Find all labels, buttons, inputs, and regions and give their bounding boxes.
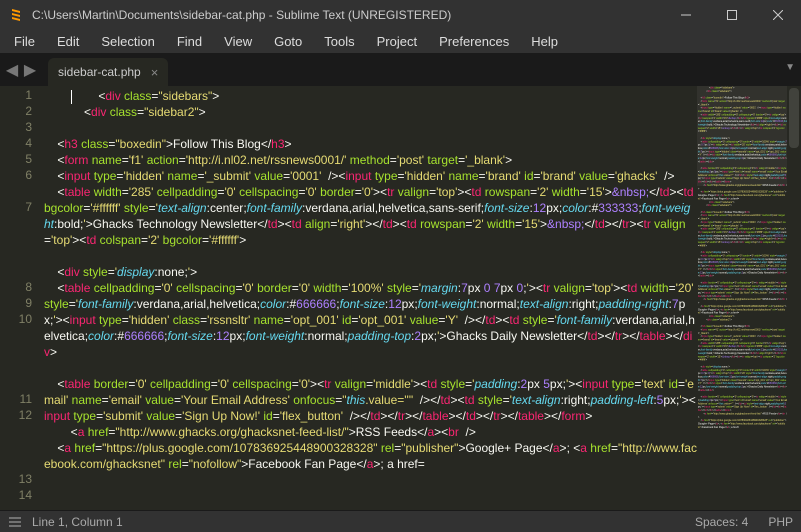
menu-edit[interactable]: Edit	[47, 32, 89, 51]
editor-area: 1 2 3 4 5 6 7 8 9 10 11 12 13 14 <div cl…	[0, 86, 801, 510]
menu-project[interactable]: Project	[367, 32, 427, 51]
gutter-line: 13	[0, 472, 40, 488]
status-menu-icon[interactable]	[8, 515, 22, 529]
minimap[interactable]: <div class="sidebars"> <div class="sideb…	[697, 86, 787, 510]
close-button[interactable]	[755, 0, 801, 30]
tab-sidebar-cat[interactable]: sidebar-cat.php ×	[48, 58, 168, 86]
gutter-line: 3	[0, 120, 40, 136]
menu-goto[interactable]: Goto	[264, 32, 312, 51]
gutter-line: 9	[0, 296, 40, 312]
scrollbar-thumb[interactable]	[789, 88, 799, 148]
gutter-line: 10	[0, 312, 40, 392]
gutter-line: 5	[0, 152, 40, 168]
minimize-button[interactable]	[663, 0, 709, 30]
gutter: 1 2 3 4 5 6 7 8 9 10 11 12 13 14	[0, 86, 40, 510]
menu-view[interactable]: View	[214, 32, 262, 51]
menu-find[interactable]: Find	[167, 32, 212, 51]
tab-row: ◀ ▶ sidebar-cat.php × ▼	[0, 54, 801, 86]
gutter-line: 2	[0, 104, 40, 120]
gutter-line: 4	[0, 136, 40, 152]
tab-nav-forward-icon[interactable]: ▶	[22, 60, 38, 80]
gutter-line: 8	[0, 280, 40, 296]
status-spaces[interactable]: Spaces: 4	[695, 515, 748, 529]
menu-selection[interactable]: Selection	[91, 32, 164, 51]
tab-dropdown-icon[interactable]: ▼	[785, 62, 795, 73]
window-title: C:\Users\Martin\Documents\sidebar-cat.ph…	[32, 8, 451, 22]
titlebar: C:\Users\Martin\Documents\sidebar-cat.ph…	[0, 0, 801, 30]
status-lang[interactable]: PHP	[768, 515, 793, 529]
gutter-line: 6	[0, 168, 40, 200]
statusbar: Line 1, Column 1 Spaces: 4 PHP	[0, 510, 801, 532]
app-logo-icon	[8, 7, 24, 23]
menu-help[interactable]: Help	[521, 32, 568, 51]
code-editor[interactable]: <div class="sidebars"> <div class="sideb…	[40, 86, 697, 510]
scrollbar[interactable]	[787, 86, 801, 510]
tab-close-icon[interactable]: ×	[151, 65, 159, 80]
menu-file[interactable]: File	[4, 32, 45, 51]
menu-tools[interactable]: Tools	[314, 32, 364, 51]
gutter-line: 11	[0, 392, 40, 408]
status-line-col[interactable]: Line 1, Column 1	[32, 515, 123, 529]
tab-label: sidebar-cat.php	[58, 65, 141, 79]
gutter-line: 7	[0, 200, 40, 280]
gutter-line: 1	[0, 88, 40, 104]
menu-preferences[interactable]: Preferences	[429, 32, 519, 51]
menubar: File Edit Selection Find View Goto Tools…	[0, 30, 801, 54]
maximize-button[interactable]	[709, 0, 755, 30]
tab-nav-back-icon[interactable]: ◀	[4, 60, 20, 80]
gutter-line: 12	[0, 408, 40, 472]
